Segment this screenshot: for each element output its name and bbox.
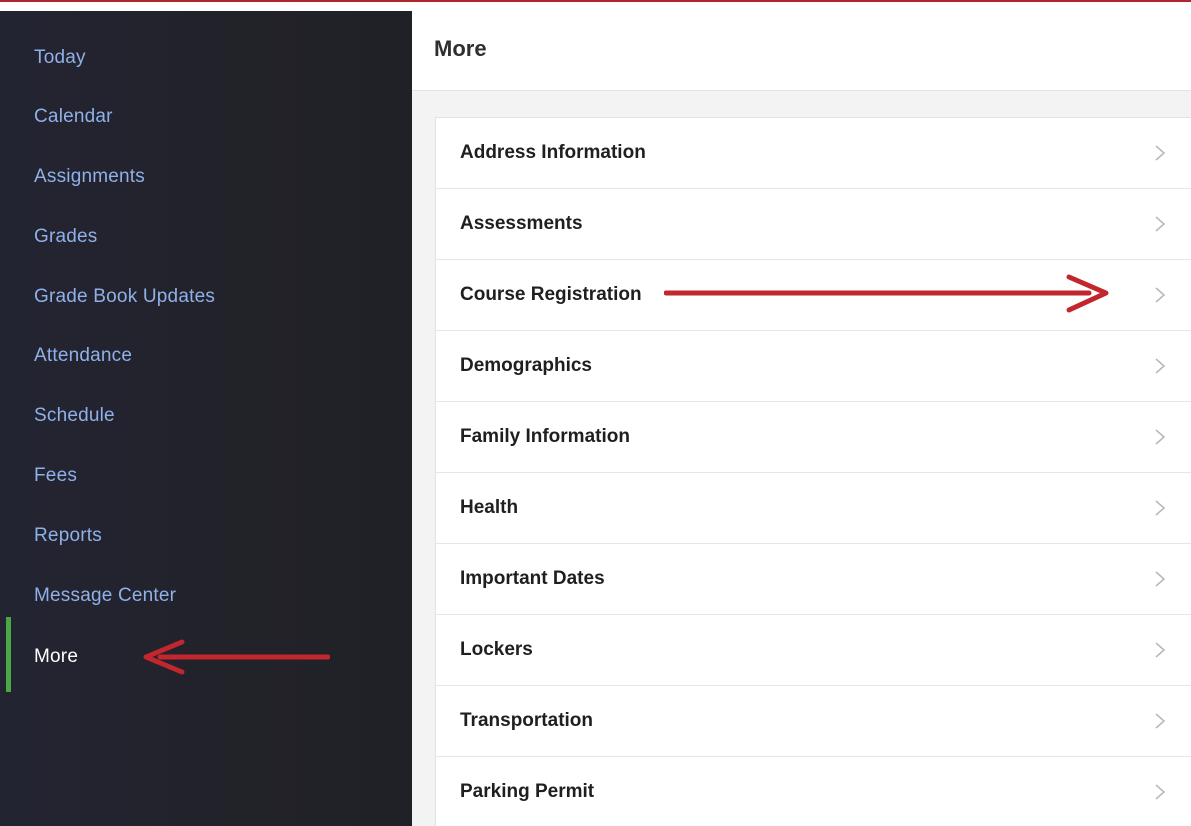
page-header: More bbox=[412, 11, 1191, 91]
list-item-label: Health bbox=[460, 497, 519, 518]
sidebar-item-reports[interactable]: Reports bbox=[0, 511, 412, 561]
sidebar-item-today[interactable]: Today bbox=[0, 33, 412, 83]
chevron-right-icon bbox=[1155, 358, 1166, 374]
chevron-right-icon bbox=[1155, 216, 1166, 232]
sidebar-item-message-center[interactable]: Message Center bbox=[0, 571, 412, 621]
sidebar-item-schedule[interactable]: Schedule bbox=[0, 391, 412, 441]
list-item-label: Parking Permit bbox=[460, 781, 595, 802]
sidebar-item-fees[interactable]: Fees bbox=[0, 451, 412, 501]
app-window: Today Calendar Assignments Grades Grade … bbox=[0, 0, 1191, 826]
list-item-label: Course Registration bbox=[460, 284, 642, 305]
chevron-right-icon bbox=[1155, 784, 1166, 800]
sidebar-item-label: Fees bbox=[34, 465, 78, 486]
sidebar-item-grades[interactable]: Grades bbox=[0, 212, 412, 262]
main-panel: More Address Information Assessments Cou… bbox=[412, 11, 1191, 826]
sidebar-item-label: Message Center bbox=[34, 585, 177, 606]
list-item-parking-permit[interactable]: Parking Permit bbox=[436, 757, 1191, 826]
sidebar-item-label: Today bbox=[34, 47, 86, 68]
chevron-right-icon bbox=[1155, 145, 1166, 161]
chevron-right-icon bbox=[1155, 713, 1166, 729]
sidebar-item-assignments[interactable]: Assignments bbox=[0, 152, 412, 202]
list-item-address-information[interactable]: Address Information bbox=[436, 118, 1191, 189]
chevron-right-icon bbox=[1155, 429, 1166, 445]
sidebar-item-attendance[interactable]: Attendance bbox=[0, 331, 412, 381]
sidebar-item-label: Assignments bbox=[34, 166, 145, 187]
list-item-label: Lockers bbox=[460, 639, 533, 660]
sidebar-item-label: Schedule bbox=[34, 405, 115, 426]
list-item-lockers[interactable]: Lockers bbox=[436, 615, 1191, 686]
list-item-health[interactable]: Health bbox=[436, 473, 1191, 544]
sidebar-item-label: Calendar bbox=[34, 106, 113, 127]
sidebar-item-calendar[interactable]: Calendar bbox=[0, 92, 412, 142]
list-item-transportation[interactable]: Transportation bbox=[436, 686, 1191, 757]
list-item-label: Address Information bbox=[460, 142, 646, 163]
sidebar-item-label: Reports bbox=[34, 525, 102, 546]
list-item-label: Assessments bbox=[460, 213, 583, 234]
list-item-assessments[interactable]: Assessments bbox=[436, 189, 1191, 260]
chevron-right-icon bbox=[1155, 571, 1166, 587]
chevron-right-icon bbox=[1155, 500, 1166, 516]
sidebar-item-label: More bbox=[34, 646, 79, 667]
sidebar-item-grade-book-updates[interactable]: Grade Book Updates bbox=[0, 272, 412, 322]
list-item-label: Demographics bbox=[460, 355, 592, 376]
chevron-right-icon bbox=[1155, 642, 1166, 658]
chevron-right-icon bbox=[1155, 287, 1166, 303]
sidebar-item-more[interactable]: More bbox=[0, 617, 412, 692]
more-options-list: Address Information Assessments Course R… bbox=[435, 117, 1191, 826]
list-item-course-registration[interactable]: Course Registration bbox=[436, 260, 1191, 331]
list-item-label: Important Dates bbox=[460, 568, 605, 589]
top-accent-bar bbox=[0, 0, 1191, 11]
list-item-label: Family Information bbox=[460, 426, 630, 447]
sidebar-item-label: Attendance bbox=[34, 345, 133, 366]
sidebar: Today Calendar Assignments Grades Grade … bbox=[0, 11, 412, 826]
sidebar-item-label: Grades bbox=[34, 226, 98, 247]
list-item-demographics[interactable]: Demographics bbox=[436, 331, 1191, 402]
list-item-important-dates[interactable]: Important Dates bbox=[436, 544, 1191, 615]
sidebar-item-label: Grade Book Updates bbox=[34, 286, 216, 307]
page-title: More bbox=[434, 36, 487, 61]
list-item-family-information[interactable]: Family Information bbox=[436, 402, 1191, 473]
active-indicator bbox=[6, 617, 11, 692]
list-item-label: Transportation bbox=[460, 710, 594, 731]
